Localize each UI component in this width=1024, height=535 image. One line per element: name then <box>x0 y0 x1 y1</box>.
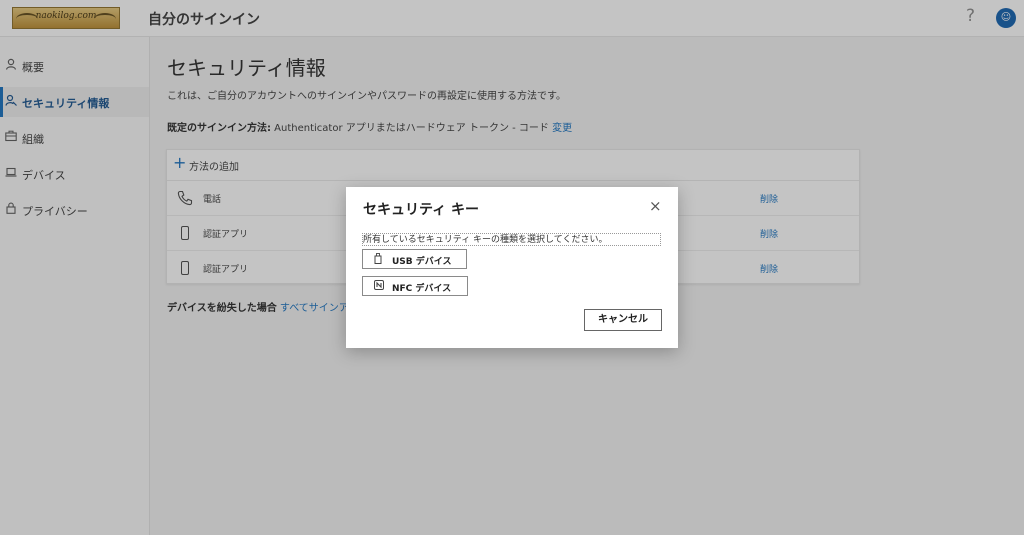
usb-icon <box>374 253 382 267</box>
dialog-title: セキュリティ キー <box>363 202 480 218</box>
nfc-icon <box>374 280 384 293</box>
dialog-description: 所有しているセキュリティ キーの種類を選択してください。 <box>362 233 661 246</box>
nfc-device-button[interactable]: NFC デバイス <box>362 276 468 296</box>
close-icon[interactable]: × <box>649 197 662 215</box>
usb-device-label: USB デバイス <box>392 257 452 267</box>
usb-device-button[interactable]: USB デバイス <box>362 249 467 269</box>
cancel-button[interactable]: キャンセル <box>584 309 662 331</box>
security-key-dialog: セキュリティ キー × 所有しているセキュリティ キーの種類を選択してください。… <box>346 187 678 348</box>
nfc-device-label: NFC デバイス <box>392 284 452 294</box>
